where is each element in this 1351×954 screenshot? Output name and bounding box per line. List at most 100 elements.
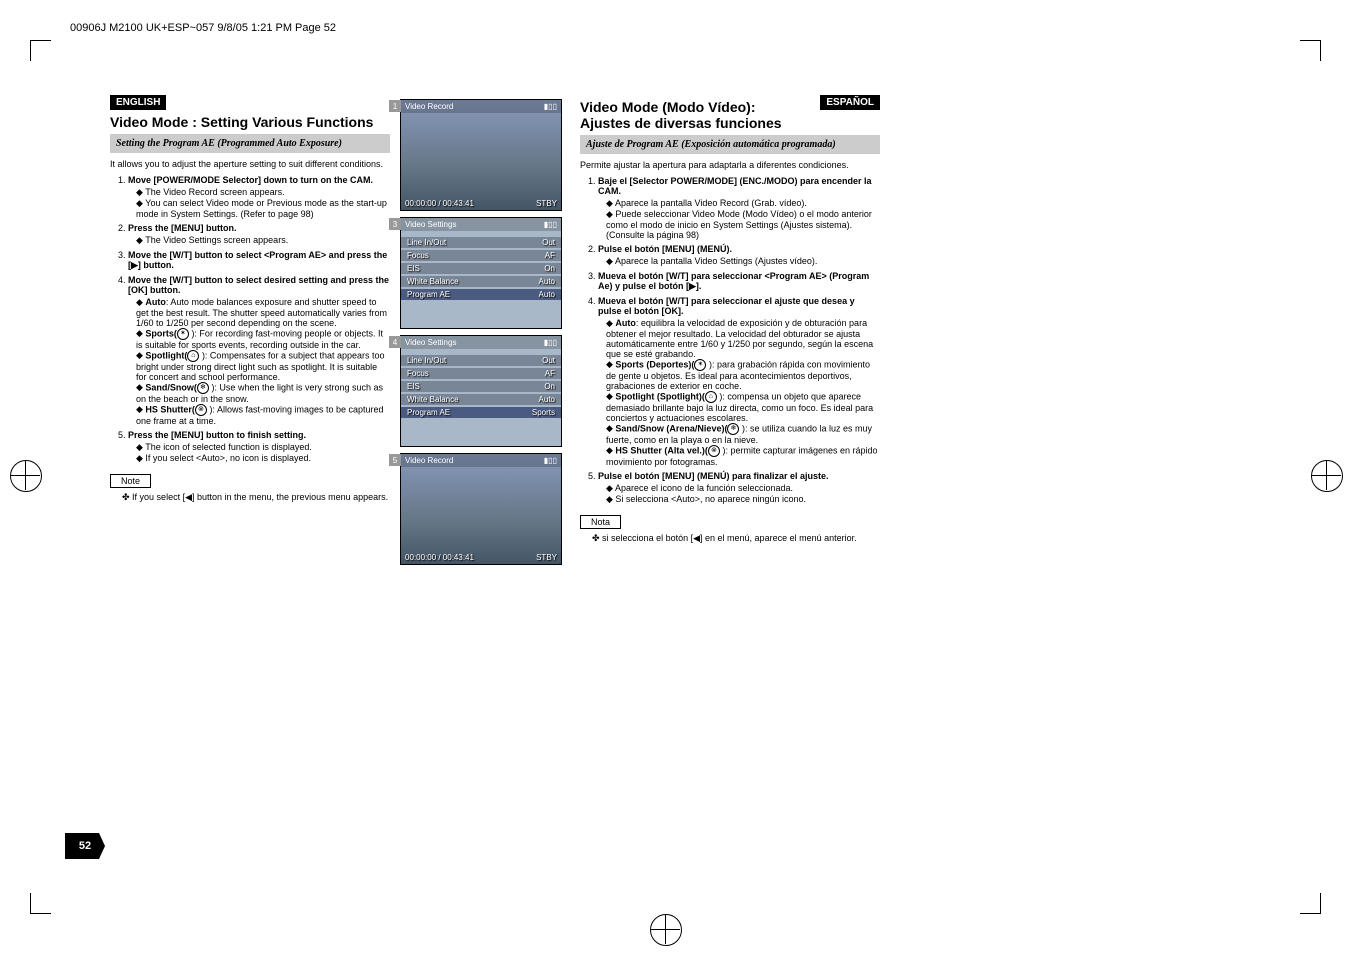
step-title: Pulse el botón [MENU] (MENÚ) para finali…	[598, 471, 880, 481]
step-sub: The Video Settings screen appears.	[136, 235, 390, 246]
setting-key: White Balance	[407, 395, 459, 404]
note-label: Nota	[580, 515, 621, 529]
mode-name: Spotlight(	[145, 350, 187, 360]
setting-key: EIS	[407, 264, 420, 273]
setting-row-selected: Program AEAuto	[401, 289, 561, 300]
mode-sandsnow: Sand/Snow(❄ ): Use when the light is ver…	[136, 382, 390, 404]
screenshot-number: 4	[389, 336, 401, 348]
ss-status: STBY	[536, 553, 557, 562]
setting-row: White BalanceAuto	[401, 276, 561, 287]
setting-value: Out	[542, 238, 555, 247]
ss-title: Video Record	[405, 456, 453, 465]
language-badge-english: ENGLISH	[110, 95, 166, 110]
screenshot-5: 5 Video Record ▮▯▯ 00:00:00 / 00:43:41 S…	[400, 453, 562, 565]
screenshots-column: 1 Video Record ▮▯▯ 00:00:00 / 00:43:41 S…	[390, 95, 580, 571]
registration-mark-icon	[650, 914, 680, 944]
sandsnow-icon: ❄	[727, 423, 739, 435]
content: ENGLISH Video Mode : Setting Various Fun…	[110, 95, 880, 571]
step-4: Mueva el botón [W/T] para seleccionar el…	[598, 296, 880, 467]
step-title: Pulse el botón [MENU] (MENÚ).	[598, 244, 880, 254]
hsshutter-icon: ⊗	[708, 445, 720, 457]
spanish-intro: Permite ajustar la apertura para adaptar…	[580, 160, 880, 170]
setting-value: On	[544, 264, 555, 273]
spanish-title-2: Ajustes de diversas funciones	[580, 115, 782, 131]
mode-name: Auto	[615, 318, 636, 328]
step-sub: If you select <Auto>, no icon is display…	[136, 453, 390, 464]
english-intro: It allows you to adjust the aperture set…	[110, 159, 390, 169]
setting-row-selected: Program AESports	[401, 407, 561, 418]
setting-key: Focus	[407, 251, 429, 260]
print-header: 00906J M2100 UK+ESP~057 9/8/05 1:21 PM P…	[70, 22, 336, 34]
page-number: 52	[65, 833, 105, 859]
english-column: ENGLISH Video Mode : Setting Various Fun…	[110, 95, 390, 571]
step-2: Pulse el botón [MENU] (MENÚ). Aparece la…	[598, 244, 880, 267]
note-label: Note	[110, 474, 151, 488]
ss-title: Video Settings	[405, 338, 456, 347]
setting-value: On	[544, 382, 555, 391]
sports-icon: ✶	[177, 328, 189, 340]
step-sub: Aparece la pantalla Video Record (Grab. …	[606, 198, 880, 209]
mode-name: HS Shutter(	[145, 404, 195, 414]
mode-spotlight: Spotlight (Spotlight)(⌂ ): compensa un o…	[606, 391, 880, 423]
registration-mark-icon	[10, 460, 40, 490]
screenshot-4: 4 Video Settings ▮▯▯ Line In/OutOut Focu…	[400, 335, 562, 447]
note-text: If you select [◀] button in the menu, th…	[122, 492, 390, 503]
screenshot-number: 3	[389, 218, 401, 230]
mode-sandsnow: Sand/Snow (Arena/Nieve)(❄ ): se utiliza …	[606, 423, 880, 445]
language-badge-spanish: ESPAÑOL	[820, 95, 880, 110]
step-sub: Aparece el icono de la función seleccion…	[606, 483, 880, 494]
spotlight-icon: ⌂	[187, 350, 199, 362]
step-4: Move the [W/T] button to select desired …	[128, 275, 390, 426]
mode-desc: : Auto mode balances exposure and shutte…	[136, 297, 387, 328]
setting-row: Line In/Out Out	[401, 237, 561, 248]
setting-row: Line In/OutOut	[401, 355, 561, 366]
setting-value: Auto	[539, 395, 555, 404]
ss-status: STBY	[536, 199, 557, 208]
mode-name: HS Shutter (Alta vel.)(	[615, 445, 708, 455]
ss-time: 00:00:00 / 00:43:41	[405, 199, 474, 208]
crop-mark-icon	[1300, 40, 1321, 61]
step-title: Mueva el botón [W/T] para seleccionar <P…	[598, 271, 880, 292]
battery-icon: ▮▯▯	[544, 338, 557, 347]
english-title: Video Mode : Setting Various Functions	[110, 114, 390, 130]
english-steps: Move [POWER/MODE Selector] down to turn …	[110, 175, 390, 464]
mode-auto: Auto: equilibra la velocidad de exposici…	[606, 318, 880, 359]
mode-hsshutter: HS Shutter (Alta vel.)(⊗ ): permite capt…	[606, 445, 880, 467]
setting-row: FocusAF	[401, 368, 561, 379]
step-1: Move [POWER/MODE Selector] down to turn …	[128, 175, 390, 219]
setting-value: Out	[542, 356, 555, 365]
crop-mark-icon	[30, 893, 51, 914]
spanish-section-header: Ajuste de Program AE (Exposición automát…	[580, 135, 880, 154]
step-3: Move the [W/T] button to select <Program…	[128, 250, 390, 271]
step-title: Move the [W/T] button to select <Program…	[128, 250, 390, 271]
mode-name: Auto	[145, 297, 166, 307]
step-5: Press the [MENU] button to finish settin…	[128, 430, 390, 464]
screenshot-number: 1	[389, 100, 401, 112]
battery-icon: ▮▯▯	[544, 456, 557, 465]
crop-mark-icon	[1300, 893, 1321, 914]
battery-icon: ▮▯▯	[544, 102, 557, 111]
screenshot-3: 3 Video Settings ▮▯▯ Line In/OutOut Focu…	[400, 217, 562, 329]
mode-spotlight: Spotlight(⌂ ): Compensates for a subject…	[136, 350, 390, 382]
setting-value: AF	[545, 251, 555, 260]
sports-icon: ✶	[694, 359, 706, 371]
step-title: Move [POWER/MODE Selector] down to turn …	[128, 175, 390, 185]
mode-auto: Auto: Auto mode balances exposure and sh…	[136, 297, 390, 328]
ss-title: Video Record	[405, 102, 453, 111]
crop-mark-icon	[30, 40, 51, 61]
note-text: si selecciona el botón [◀] en el menú, a…	[592, 533, 880, 544]
setting-row: EIS On	[401, 381, 561, 392]
battery-icon: ▮▯▯	[544, 220, 557, 229]
registration-mark-icon	[1311, 460, 1341, 490]
step-5: Pulse el botón [MENU] (MENÚ) para finali…	[598, 471, 880, 505]
mode-name: Sand/Snow(	[145, 382, 197, 392]
hsshutter-icon: ⊗	[195, 404, 207, 416]
setting-key: EIS	[407, 382, 420, 391]
english-section-header: Setting the Program AE (Programmed Auto …	[110, 134, 390, 153]
step-sub: You can select Video mode or Previous mo…	[136, 198, 390, 219]
setting-row: Focus AF	[401, 250, 561, 261]
setting-key: Line In/Out	[407, 238, 446, 247]
mode-sports: Sports(✶ ): For recording fast-moving pe…	[136, 328, 390, 350]
mode-name: Spotlight (Spotlight)(	[615, 391, 704, 401]
setting-key: Program AE	[407, 290, 450, 299]
